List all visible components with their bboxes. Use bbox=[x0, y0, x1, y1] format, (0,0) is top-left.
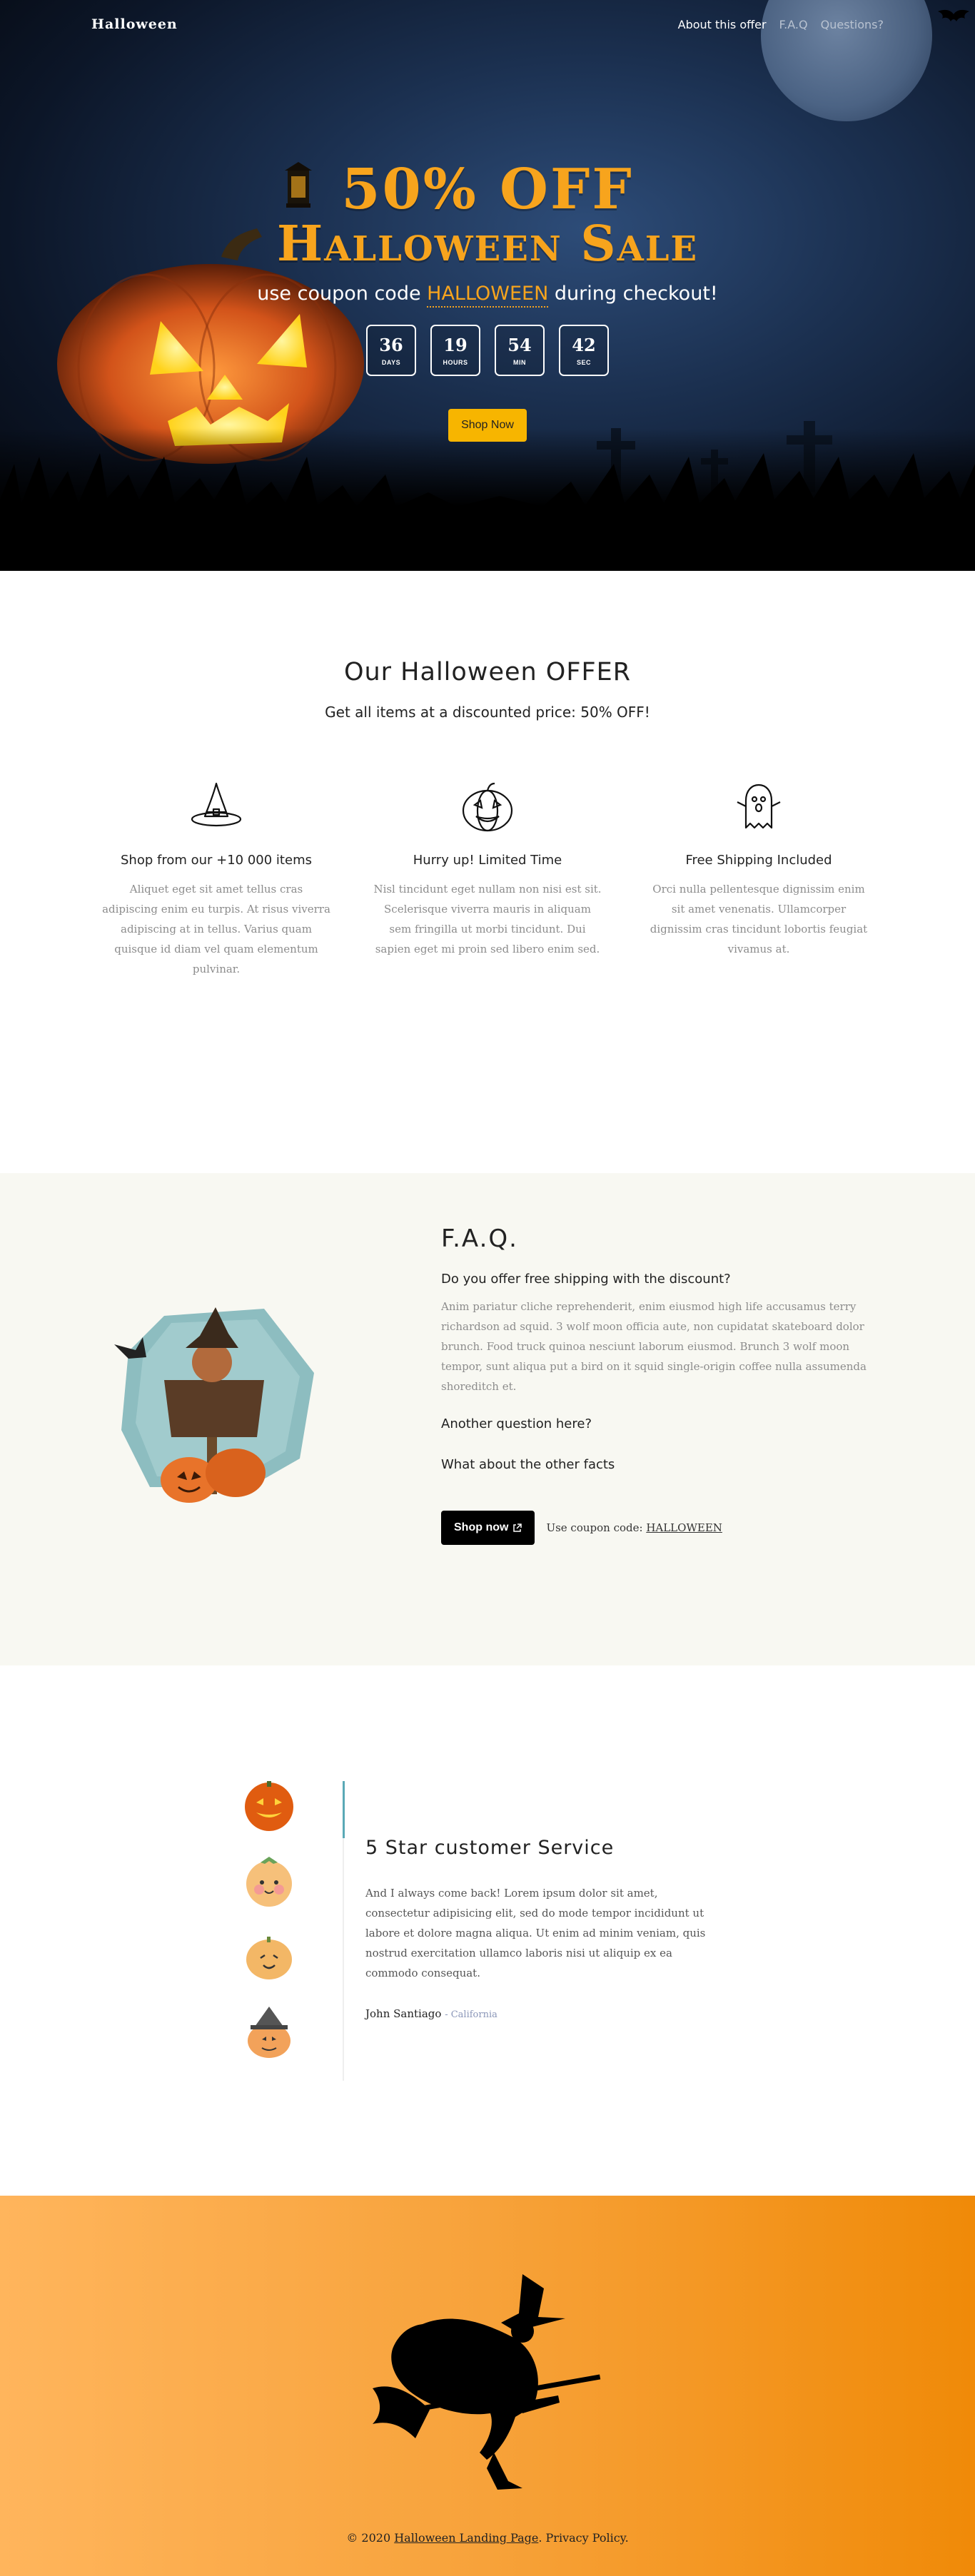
privacy-policy-text: . Privacy Policy. bbox=[538, 2531, 629, 2545]
countdown-minutes: 54 MIN bbox=[495, 325, 545, 377]
avatar-divider bbox=[343, 1781, 345, 2081]
feature-text: Nisl tincidunt eget nullam non nisi est … bbox=[373, 883, 602, 955]
hero-title-sale: Halloween Sale bbox=[276, 215, 699, 273]
faq-content: F.A.Q. Do you offer free shipping with t… bbox=[441, 1224, 869, 1545]
hero-coupon-line: use coupon code HALLOWEEN during checkou… bbox=[0, 283, 975, 308]
footer-landing-page-link[interactable]: Halloween Landing Page bbox=[394, 2531, 538, 2545]
jack-o-lantern-icon bbox=[462, 782, 513, 832]
faq-question[interactable]: Another question here? bbox=[441, 1416, 869, 1431]
external-link-icon bbox=[513, 1523, 522, 1532]
faq-cta: Shop now Use coupon code: HALLOWEEN bbox=[441, 1511, 869, 1545]
countdown-hours: 19 HOURS bbox=[430, 325, 480, 377]
faq-question[interactable]: What about the other facts bbox=[441, 1457, 869, 1472]
countdown-minutes-label: MIN bbox=[513, 359, 526, 367]
avatar-pumpkin-witch-hat[interactable] bbox=[242, 2005, 296, 2059]
countdown-seconds-label: SEC bbox=[576, 359, 591, 367]
feature-title: Free Shipping Included bbox=[685, 853, 832, 868]
countdown-timer: 36 DAYS 19 HOURS 54 MIN 42 SEC bbox=[0, 325, 975, 377]
brand-logo[interactable]: Halloween bbox=[91, 16, 178, 32]
nav-links: About this offer F.A.Q Questions? bbox=[678, 18, 884, 31]
avatar-pumpkin-smile[interactable] bbox=[242, 1930, 296, 1984]
hero-title: 50% OFF Halloween Sale bbox=[0, 161, 975, 270]
active-indicator bbox=[343, 1781, 345, 1838]
testimonial-section: 5 Star customer Service And I always com… bbox=[0, 1665, 975, 2196]
offer-subtitle: Get all items at a discounted price: 50%… bbox=[325, 704, 650, 721]
nav-link-about-offer[interactable]: About this offer bbox=[678, 18, 767, 31]
faq-shop-now-button[interactable]: Shop now bbox=[441, 1511, 535, 1545]
faq-answer: Anim pariatur cliche reprehenderit, enim… bbox=[441, 1300, 867, 1393]
hero-title-discount: 50% OFF bbox=[341, 157, 634, 222]
nav-link-faq[interactable]: F.A.Q bbox=[779, 18, 808, 31]
countdown-days: 36 DAYS bbox=[366, 325, 416, 377]
faq-coupon-note: Use coupon code: HALLOWEEN bbox=[546, 1521, 722, 1534]
features-list: Shop from our +10 000 items Aliquet eget… bbox=[0, 778, 975, 979]
hero-content: 50% OFF Halloween Sale use coupon code H… bbox=[0, 161, 975, 442]
copyright-prefix: © 2020 bbox=[346, 2531, 395, 2545]
bat-icon bbox=[938, 9, 969, 21]
top-navbar: Halloween About this offer F.A.Q Questio… bbox=[0, 0, 975, 49]
ghost-icon bbox=[737, 784, 781, 829]
countdown-days-value: 36 bbox=[379, 335, 403, 356]
author-location: California bbox=[450, 2009, 497, 2020]
countdown-minutes-value: 54 bbox=[507, 335, 532, 356]
avatar-pumpkin-orange[interactable] bbox=[242, 1778, 296, 1832]
countdown-days-label: DAYS bbox=[381, 359, 401, 367]
avatar-pumpkin-pink[interactable] bbox=[242, 1854, 296, 1908]
hero-section: Halloween About this offer F.A.Q Questio… bbox=[0, 0, 975, 571]
feature-title: Shop from our +10 000 items bbox=[121, 853, 312, 868]
feature-text: Aliquet eget sit amet tellus cras adipis… bbox=[102, 883, 330, 975]
feature-text: Orci nulla pellentesque dignissim enim s… bbox=[650, 883, 868, 955]
scarecrow-illustration bbox=[114, 1307, 314, 1503]
countdown-hours-label: HOURS bbox=[443, 359, 468, 367]
coupon-suffix: during checkout! bbox=[548, 283, 718, 305]
faq-section: F.A.Q. Do you offer free shipping with t… bbox=[0, 1173, 975, 1665]
footer-copyright: © 2020 Halloween Landing Page. Privacy P… bbox=[0, 2531, 975, 2545]
faq-coupon-code[interactable]: HALLOWEEN bbox=[646, 1521, 722, 1534]
ground-shadow bbox=[0, 428, 975, 571]
testimonial-content: 5 Star customer Service And I always com… bbox=[365, 1837, 722, 2020]
feature-title: Hurry up! Limited Time bbox=[413, 853, 562, 868]
author-name: John Santiago bbox=[365, 2007, 442, 2020]
faq-title: F.A.Q. bbox=[441, 1224, 518, 1253]
offer-section: Our Halloween OFFER Get all items at a d… bbox=[0, 571, 975, 1173]
testimonial-title: 5 Star customer Service bbox=[365, 1837, 615, 1859]
witch-hat-icon bbox=[191, 782, 242, 827]
nav-link-questions[interactable]: Questions? bbox=[821, 18, 884, 31]
faq-shop-now-label: Shop now bbox=[454, 1521, 509, 1533]
avatar-list bbox=[237, 1778, 301, 2081]
hero-coupon-code: HALLOWEEN bbox=[427, 283, 549, 308]
countdown-seconds: 42 SEC bbox=[559, 325, 609, 377]
feature-item: Free Shipping Included Orci nulla pellen… bbox=[623, 778, 894, 979]
feature-item: Shop from our +10 000 items Aliquet eget… bbox=[81, 778, 352, 979]
offer-title: Our Halloween OFFER bbox=[343, 658, 632, 686]
shop-now-button[interactable]: Shop Now bbox=[448, 409, 527, 442]
countdown-seconds-value: 42 bbox=[572, 335, 596, 356]
faq-coupon-label: Use coupon code: bbox=[546, 1521, 647, 1534]
footer: © 2020 Halloween Landing Page. Privacy P… bbox=[0, 2196, 975, 2576]
testimonial-author: John Santiago - California bbox=[365, 2007, 497, 2020]
witch-on-broom-silhouette bbox=[373, 2274, 601, 2490]
testimonial-text: And I always come back! Lorem ipsum dolo… bbox=[365, 1887, 706, 1979]
countdown-hours-value: 19 bbox=[443, 335, 468, 356]
coupon-prefix: use coupon code bbox=[257, 283, 428, 305]
feature-item: Hurry up! Limited Time Nisl tincidunt eg… bbox=[352, 778, 623, 979]
faq-question[interactable]: Do you offer free shipping with the disc… bbox=[441, 1272, 869, 1287]
